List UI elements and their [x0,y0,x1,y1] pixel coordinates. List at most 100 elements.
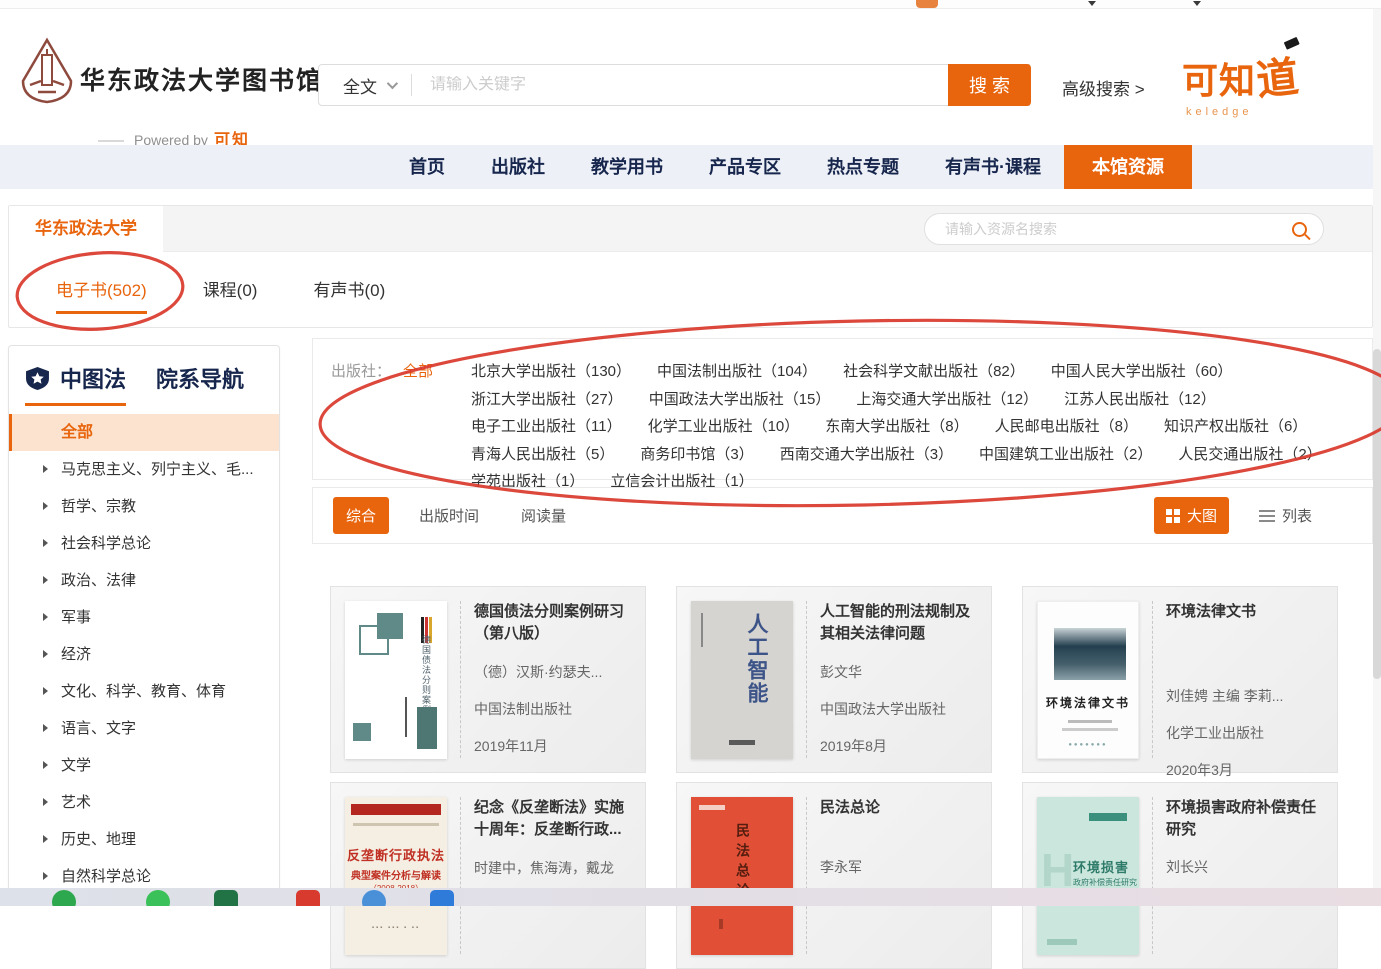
search-icon[interactable] [1292,222,1307,237]
caret-right-icon [43,687,48,695]
cover-decoration: ▪▪▪ ▪▪▪ ▪ ▪▪ [345,925,447,931]
main-navigation: 首页 出版社 教学用书 产品专区 热点专题 有声书·课程 本馆资源 [0,145,1381,189]
book-date: 2019年8月 [820,736,977,756]
sort-option-comprehensive[interactable]: 综合 [333,497,389,534]
school-tab[interactable]: 华东政法大学 [9,206,163,252]
tab-ebooks[interactable]: 电子书(502) [56,276,147,314]
category-label: 军事 [61,609,91,626]
book-card[interactable]: H 环境损害 政府补偿责任研究 环境损害政府补偿责任研究 刘长兴 [1022,782,1338,969]
big-image-view-button[interactable]: 大图 [1154,497,1229,534]
list-view-button[interactable]: 列表 [1259,505,1312,526]
book-card[interactable]: 人工智能 人工智能的刑法规制及其相关法律问题 彭文华 中国政法大学出版社 201… [676,586,992,773]
nav-item-product-zone[interactable]: 产品专区 [686,145,804,189]
publisher-link[interactable]: 上海交通大学出版社（12） [856,388,1038,409]
nav-item-library-resources[interactable]: 本馆资源 [1064,145,1192,189]
sort-option-read-count[interactable]: 阅读量 [521,505,566,526]
taskbar-app-icon[interactable] [214,890,238,906]
mountain-photo-decoration [1054,628,1126,680]
publisher-link[interactable]: 人民交通出版社（2） [1178,443,1321,464]
category-item[interactable]: 哲学、宗教 [9,488,279,525]
book-title[interactable]: 民法总论 [820,797,977,819]
caret-right-icon [43,576,48,584]
book-title[interactable]: 纪念《反垄断法》实施十周年：反垄断行政... [474,797,631,841]
category-item[interactable]: 马克思主义、列宁主义、毛... [9,451,279,488]
book-card[interactable]: 德国债法分则案例研习 德国债法分则案例研习（第八版） （德）汉斯·约瑟夫... … [330,586,646,773]
nav-item-home[interactable]: 首页 [386,145,468,189]
publisher-link[interactable]: 电子工业出版社（11） [471,415,622,436]
category-label: 语言、文字 [61,720,136,737]
category-item[interactable]: 历史、地理 [9,821,279,858]
resource-search-input[interactable] [925,221,1292,237]
publisher-link[interactable]: 商务印书馆（3） [640,443,753,464]
publisher-line: 北京大学出版社（130） 中国法制出版社（104） 社会科学文献出版社（82） … [471,360,1361,381]
nav-item-audiobooks-courses[interactable]: 有声书·课程 [922,145,1064,189]
caret-right-icon [43,465,48,473]
keledge-logo-main: 可知 [1182,60,1256,101]
taskbar-app-icon[interactable] [52,890,76,906]
caret-right-icon [43,761,48,769]
nav-item-textbooks[interactable]: 教学用书 [568,145,686,189]
publisher-link[interactable]: 浙江大学出版社（27） [471,388,623,409]
publisher-link[interactable]: 化学工业出版社（10） [648,415,800,436]
publisher-link[interactable]: 中国法制出版社（104） [657,360,817,381]
book-author: 刘佳娉 主编 李莉... [1166,686,1323,706]
nav-item-hot-topics[interactable]: 热点专题 [804,145,922,189]
search-scope-dropdown[interactable]: 全文 [319,73,407,98]
publisher-line: 青海人民出版社（5） 商务印书馆（3） 西南交通大学出版社（3） 中国建筑工业出… [471,443,1361,464]
publisher-filter-all[interactable]: 全部 [403,360,433,381]
taskbar-app-icon[interactable] [430,890,454,906]
category-item[interactable]: 军事 [9,599,279,636]
taskbar-app-icon[interactable] [362,890,386,906]
publisher-link[interactable]: 东南大学出版社（8） [825,415,968,436]
cover-decoration: ●●●●●●● [1038,742,1138,748]
sort-option-publish-date[interactable]: 出版时间 [419,505,479,526]
publisher-link[interactable]: 西南交通大学出版社（3） [780,443,953,464]
sidebar-tab-departments[interactable]: 院系导航 [156,362,244,406]
grid-view-icon [1166,509,1180,523]
scrollbar-track[interactable] [1373,9,1381,906]
category-item[interactable]: 语言、文字 [9,710,279,747]
book-title[interactable]: 人工智能的刑法规制及其相关法律问题 [820,601,977,645]
category-item[interactable]: 社会科学总论 [9,525,279,562]
caret-right-icon [43,502,48,510]
category-item-all[interactable]: 全部 [9,414,279,451]
sidebar-tab-clc[interactable]: 中图法 [25,362,126,406]
publisher-link[interactable]: 中国建筑工业出版社（2） [979,443,1152,464]
category-item[interactable]: 艺术 [9,784,279,821]
book-title[interactable]: 环境法律文书 [1166,601,1323,623]
nav-item-publishers[interactable]: 出版社 [468,145,568,189]
scrollbar-thumb[interactable] [1373,349,1381,679]
publisher-link[interactable]: 社会科学文献出版社（82） [843,360,1025,381]
tab-audiobooks[interactable]: 有声书(0) [313,276,385,314]
publisher-link[interactable]: 知识产权出版社（6） [1164,415,1307,436]
category-item[interactable]: 文学 [9,747,279,784]
book-info: 环境法律文书 刘佳娉 主编 李莉... 化学工业出版社 2020年3月 [1166,601,1323,758]
publisher-link[interactable]: 中国人民大学出版社（60） [1051,360,1233,381]
category-item[interactable]: 政治、法律 [9,562,279,599]
book-cover: 环境法律文书 ●●●●●●● [1037,601,1139,759]
search-button[interactable]: 搜 索 [948,64,1031,106]
book-info: 纪念《反垄断法》实施十周年：反垄断行政... 时建中，焦海涛，戴龙 [474,797,631,954]
taskbar-app-icon[interactable] [146,890,170,906]
book-card[interactable]: 民法总论 民法总论 李永军 [676,782,992,969]
resource-search-box [924,213,1324,245]
book-card[interactable]: 环境法律文书 ●●●●●●● 环境法律文书 刘佳娉 主编 李莉... 化学工业出… [1022,586,1338,773]
keyword-search-input[interactable] [416,76,1029,94]
publisher-link[interactable]: 中国政法大学出版社（15） [649,388,831,409]
book-title[interactable]: 环境损害政府补偿责任研究 [1166,797,1323,841]
book-title[interactable]: 德国债法分则案例研习（第八版） [474,601,631,645]
divider [460,797,461,954]
cover-subtitle: 典型案件分析与解读 [345,867,447,882]
book-card[interactable]: 反垄断行政执法 典型案件分析与解读 （2008-2018） ▪▪▪ ▪▪▪ ▪ … [330,782,646,969]
publisher-link[interactable]: 江苏人民出版社（12） [1064,388,1216,409]
publisher-link[interactable]: 北京大学出版社（130） [471,360,631,381]
publisher-link[interactable]: 青海人民出版社（5） [471,443,614,464]
category-label: 艺术 [61,794,91,811]
category-item[interactable]: 文化、科学、教育、体育 [9,673,279,710]
tab-courses[interactable]: 课程(0) [203,276,258,314]
divider [460,601,461,758]
category-item[interactable]: 经济 [9,636,279,673]
taskbar-app-icon[interactable] [296,890,320,906]
advanced-search-link[interactable]: 高级搜索 > [1062,75,1145,100]
publisher-link[interactable]: 人民邮电出版社（8） [995,415,1138,436]
